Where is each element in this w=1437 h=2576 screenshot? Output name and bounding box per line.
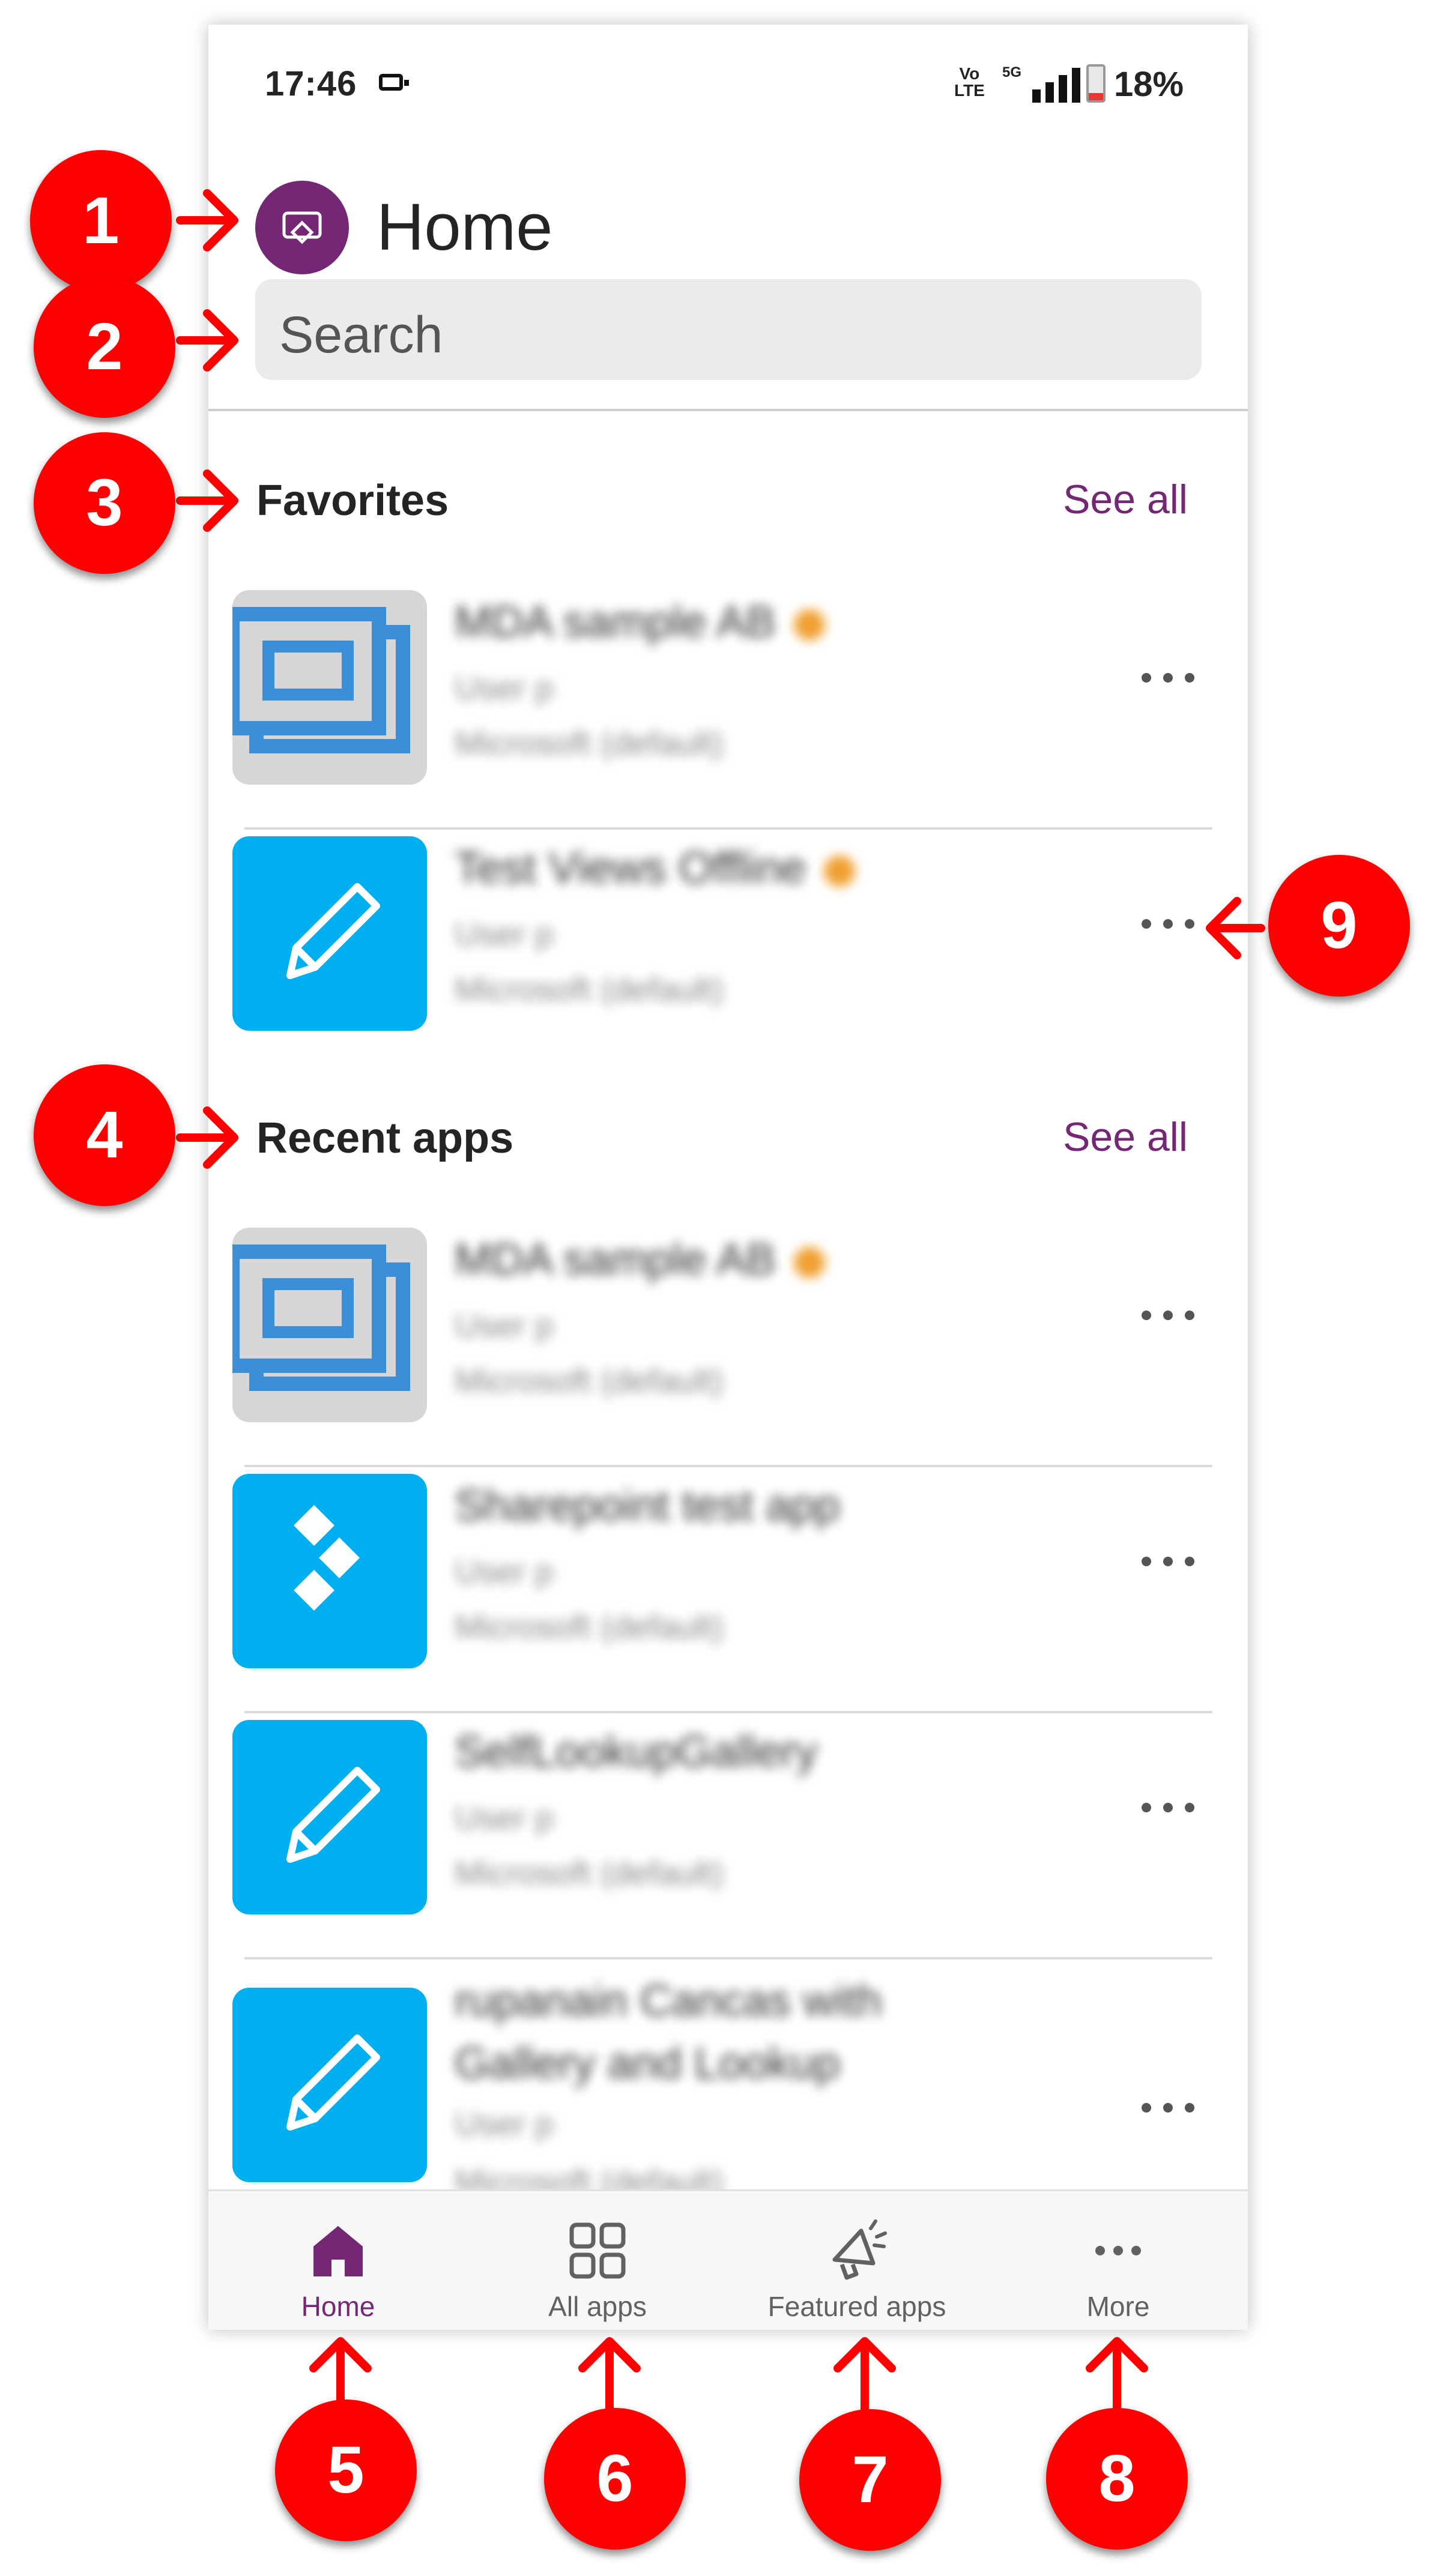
annotation-arrows <box>176 189 1265 2430</box>
annotation-marker-7: 7 <box>799 2409 941 2551</box>
annotation-marker-2: 2 <box>34 276 175 418</box>
annotation-marker-3: 3 <box>34 432 175 574</box>
annotation-marker-1: 1 <box>30 150 172 292</box>
annotation-marker-6: 6 <box>544 2408 686 2550</box>
annotation-marker-9: 9 <box>1268 855 1410 997</box>
annotation-marker-5: 5 <box>275 2400 417 2541</box>
annotation-marker-4: 4 <box>34 1064 175 1206</box>
annotation-marker-8: 8 <box>1046 2408 1188 2550</box>
